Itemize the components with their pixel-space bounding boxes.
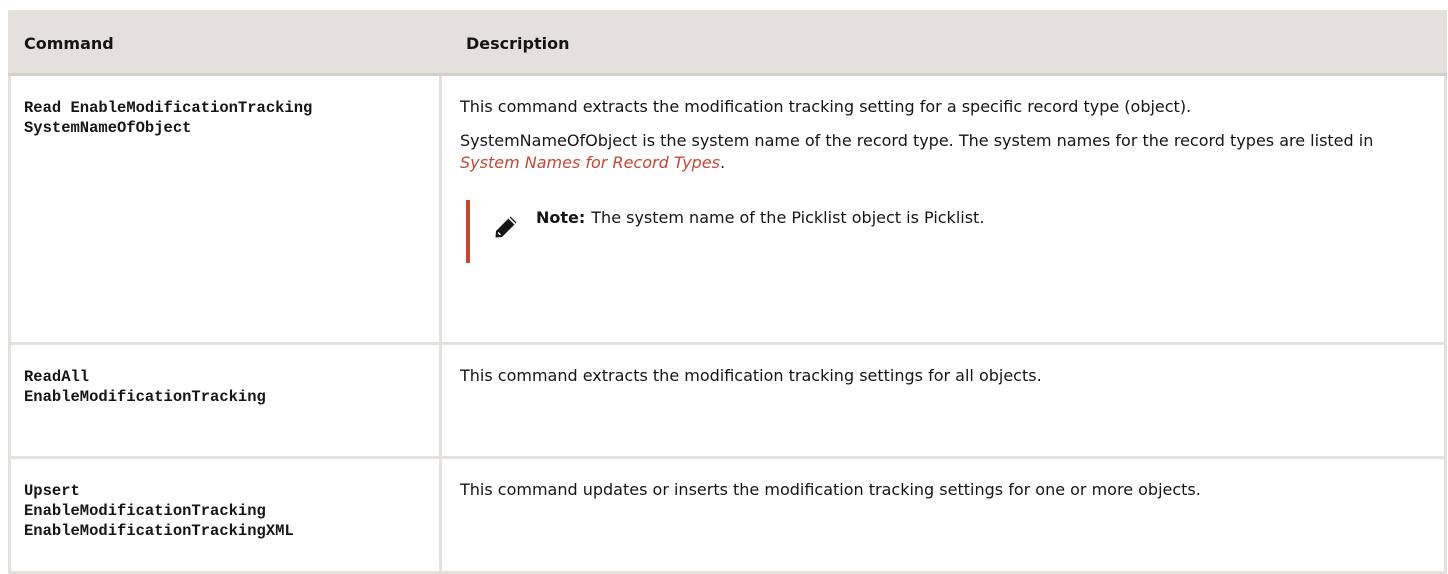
- description-cell: This command extracts the modification t…: [439, 73, 1447, 345]
- description-cell: This command extracts the modification t…: [439, 342, 1447, 459]
- note-body: The system name of the Picklist object i…: [591, 208, 985, 227]
- detail-suffix: .: [720, 153, 726, 172]
- note-callout: Note: The system name of the Picklist obj…: [466, 200, 1424, 263]
- command-line: Read EnableModificationTracking: [24, 99, 313, 117]
- table-header-row: Command Description: [8, 10, 1447, 76]
- pencil-icon: [495, 216, 517, 238]
- table-row: ReadAll EnableModificationTracking This …: [8, 342, 1447, 459]
- command-cell: Upsert EnableModificationTracking Enable…: [8, 456, 442, 574]
- command-table: Command Description Read EnableModificat…: [8, 10, 1447, 574]
- description-text: This command extracts the modification t…: [460, 97, 1192, 116]
- header-command: Command: [8, 10, 442, 76]
- description-cell: This command updates or inserts the modi…: [439, 456, 1447, 574]
- command-line: EnableModificationTracking: [24, 502, 266, 520]
- command-cell: Read EnableModificationTracking SystemNa…: [8, 73, 442, 345]
- command-cell: ReadAll EnableModificationTracking: [8, 342, 442, 459]
- system-names-link[interactable]: System Names for Record Types: [460, 153, 720, 172]
- description-text: This command extracts the modification t…: [460, 366, 1042, 385]
- note-label: Note:: [536, 208, 586, 227]
- detail-prefix: SystemNameOfObject is the system name of…: [460, 131, 1374, 150]
- table-row: Read EnableModificationTracking SystemNa…: [8, 73, 1447, 345]
- header-description: Description: [439, 10, 1447, 76]
- description-text: This command updates or inserts the modi…: [460, 480, 1201, 499]
- table-row: Upsert EnableModificationTracking Enable…: [8, 456, 1447, 574]
- command-line: SystemNameOfObject: [24, 119, 192, 137]
- command-table-container: Command Description Read EnableModificat…: [0, 0, 1448, 574]
- note-text: Note: The system name of the Picklist obj…: [536, 207, 984, 229]
- command-line: Upsert: [24, 482, 80, 500]
- command-line: ReadAll: [24, 368, 90, 386]
- command-line: EnableModificationTrackingXML: [24, 522, 294, 540]
- description-detail: SystemNameOfObject is the system name of…: [460, 130, 1424, 174]
- command-line: EnableModificationTracking: [24, 388, 266, 406]
